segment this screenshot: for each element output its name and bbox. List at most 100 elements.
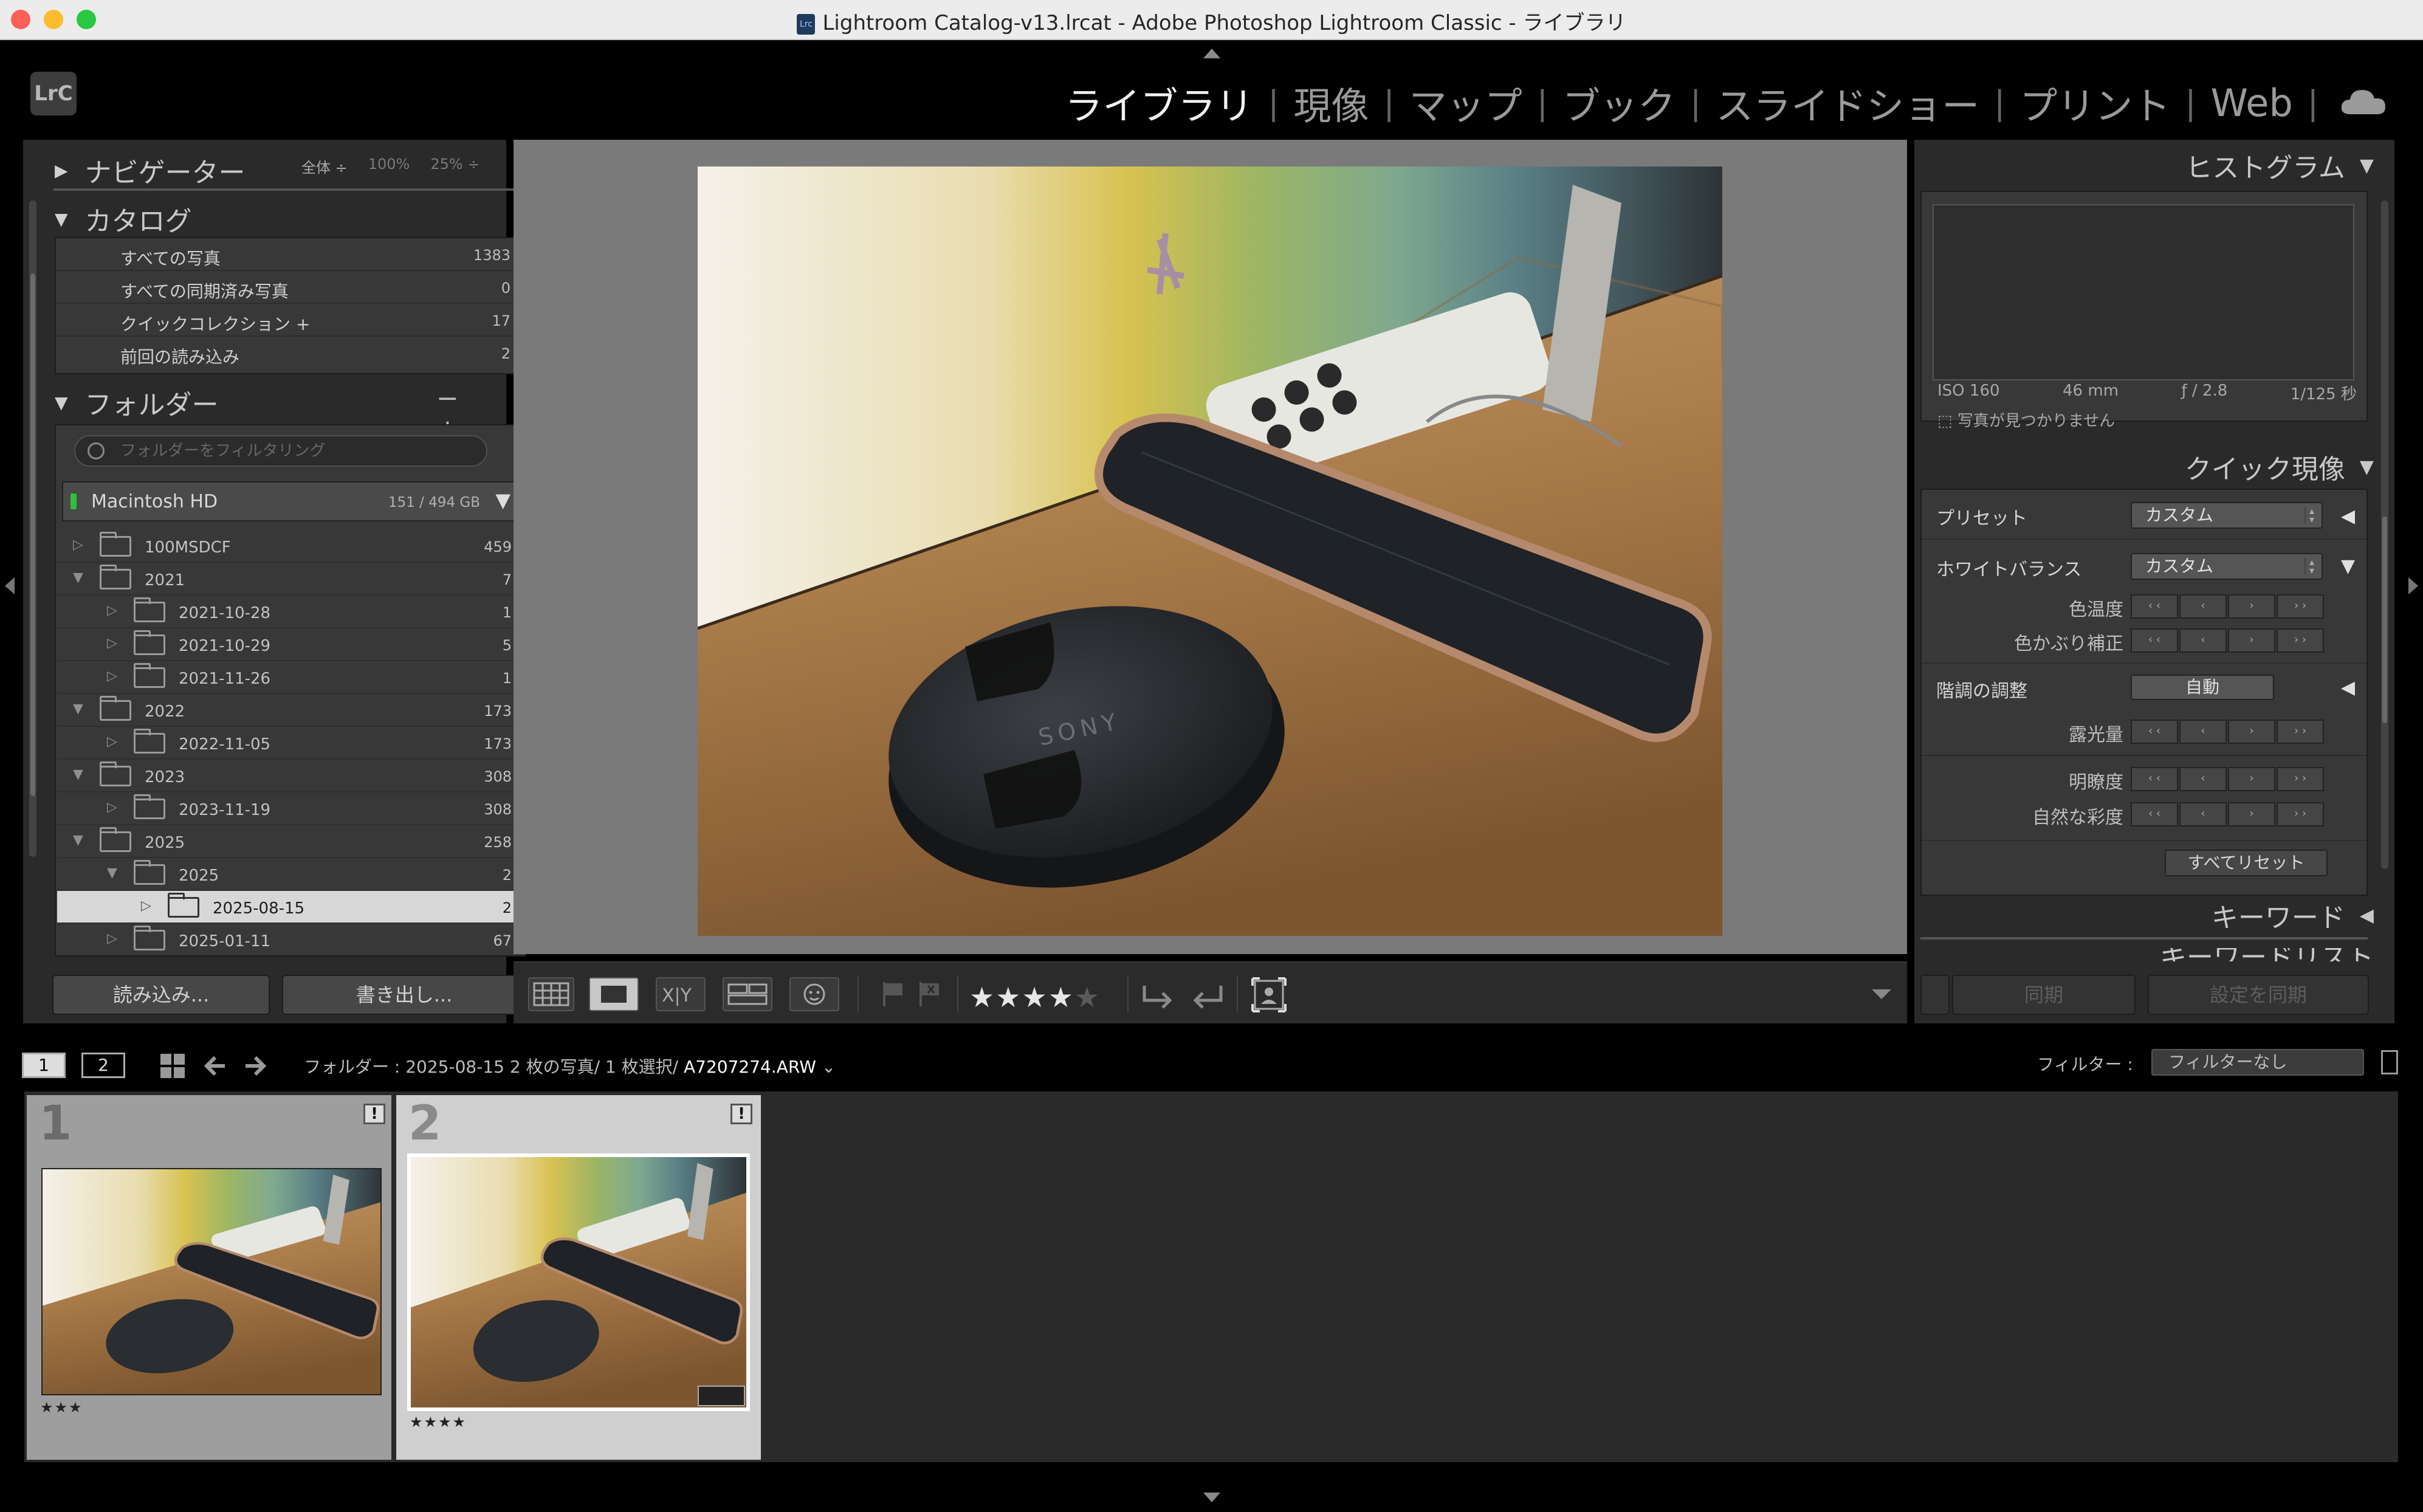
folder-row[interactable]: ▷ 2021-10-28 1 [57,596,525,628]
folder-row[interactable]: ▷ 2025-01-11 67 [57,924,525,955]
qd-tint-dec-large[interactable]: ‹ ‹ [2131,628,2178,653]
folders-header[interactable]: ▼ フォルダー [55,377,219,428]
loupe-view[interactable]: SONY [514,140,1907,954]
module-book[interactable]: ブック [1562,75,1675,130]
triangle-left-icon[interactable]: ◀ [2341,677,2355,698]
catalog-item-synced-photos[interactable]: すべての同期済み写真 0 [56,271,525,304]
triangle-right-icon[interactable]: ▷ [141,898,151,913]
qd-preset-select[interactable]: カスタム ▴ ▾ [2131,502,2323,529]
qd-temp-dec-large[interactable]: ‹ ‹ [2131,594,2178,619]
module-library[interactable]: ライブラリ [1065,75,1253,130]
folder-row[interactable]: ▷ 2025-08-15 2 [57,891,525,924]
export-button[interactable]: 書き出し... [282,975,526,1015]
quick-develop-header[interactable]: クイック現像 ▼ [2185,447,2374,486]
qd-temp-inc[interactable]: › [2228,594,2275,619]
folder-row[interactable]: ▼ 2025 258 [57,825,525,858]
module-print[interactable]: プリント [2019,75,2170,130]
people-view-button[interactable] [789,977,839,1011]
sync-button[interactable]: 同期 [1952,975,2136,1015]
qd-temp-inc-large[interactable]: › › [2277,594,2324,619]
qd-clarity-inc[interactable]: › [2228,767,2275,791]
filter-lock-icon[interactable] [2381,1050,2398,1074]
grid-view-button[interactable] [528,977,574,1011]
triangle-down-icon[interactable]: ▼ [73,833,83,848]
triangle-right-icon[interactable]: ▷ [107,734,117,749]
folder-row[interactable]: ▼ 2023 308 [57,760,525,792]
qd-reset-all-button[interactable]: すべてリセット [2165,850,2328,876]
secondary-window-button[interactable]: 2 [81,1053,125,1078]
import-button[interactable]: 読み込み... [52,975,270,1015]
histogram-header[interactable]: ヒストグラム ▼ [2185,146,2374,185]
qd-clarity-inc-large[interactable]: › › [2277,767,2324,791]
triangle-right-icon[interactable]: ▷ [107,636,117,651]
toolbar-menu-chevron-icon[interactable] [1872,989,1891,999]
module-web[interactable]: Web [2211,81,2293,125]
qd-exposure-inc-large[interactable]: › › [2277,720,2324,744]
loupe-view-button[interactable] [589,977,639,1011]
right-panel-toggle-icon[interactable] [2408,577,2418,594]
folder-row[interactable]: ▼ 2025 2 [57,858,525,891]
cloud-icon[interactable] [2339,88,2388,118]
folder-row[interactable]: ▼ 2021 7 [57,563,525,596]
top-panel-toggle-icon[interactable] [1203,49,1220,58]
qd-vibrance-inc-large[interactable]: › › [2277,802,2324,826]
qd-tint-inc[interactable]: › [2228,628,2275,653]
flag-reject-icon[interactable] [915,980,944,1009]
sync-settings-button[interactable]: 設定を同期 [2148,975,2369,1015]
filter-select[interactable]: フィルターなし [2151,1049,2364,1076]
catalog-item-quick-collection[interactable]: クイックコレクション + 17 [56,304,525,337]
qd-exposure-dec-large[interactable]: ‹ ‹ [2131,720,2178,744]
module-map[interactable]: マップ [1409,75,1522,130]
triangle-down-icon[interactable]: ▼ [73,701,83,716]
zoom-100-option[interactable]: 100% [368,156,410,177]
catalog-item-all-photos[interactable]: すべての写真 1383 [56,238,525,271]
star-rating[interactable]: ★★★★★ [969,981,1101,1014]
qd-tint-inc-large[interactable]: › › [2277,628,2324,653]
folder-row[interactable]: ▼ 2022 173 [57,694,525,727]
qd-clarity-dec-large[interactable]: ‹ ‹ [2131,767,2178,791]
module-develop[interactable]: 現像 [1294,75,1369,130]
crop-overlay-icon[interactable] [1249,976,1289,1014]
volume-macintosh-hd[interactable]: Macintosh HD 151 / 494 GB ▼ [62,481,521,521]
qd-tint-dec[interactable]: ‹ [2179,628,2227,653]
qd-exposure-inc[interactable]: › [2228,720,2275,744]
qd-vibrance-dec-large[interactable]: ‹ ‹ [2131,802,2178,826]
folder-row[interactable]: ▷ 2021-10-29 5 [57,628,525,661]
left-panel-toggle-icon[interactable] [5,577,15,594]
compare-view-button[interactable]: X|Y [656,977,706,1011]
qd-exposure-dec[interactable]: ‹ [2179,720,2227,744]
filmstrip-source-info[interactable]: フォルダー : 2025-08-15 2 枚の写真/ 1 枚選択/ A72072… [304,1054,836,1078]
sync-toggle-switch[interactable] [1920,975,1950,1015]
filmstrip-cell-2-selected[interactable]: 2 ! ★★★★ [396,1095,761,1460]
filmstrip-cell-1[interactable]: 1 ! ★★★ [27,1095,391,1460]
triangle-right-icon[interactable]: ▷ [107,800,117,815]
left-panel-scrollbar[interactable] [29,201,36,857]
qd-temp-dec[interactable]: ‹ [2179,594,2227,619]
qd-vibrance-dec[interactable]: ‹ [2179,802,2227,826]
triangle-down-icon[interactable]: ▼ [73,767,83,782]
qd-auto-tone-button[interactable]: 自動 [2131,675,2274,700]
keyword-list-header[interactable]: キーワードリスト [2160,948,2374,961]
folder-row[interactable]: ▷ 2021-11-26 1 [57,661,525,694]
catalog-item-previous-import[interactable]: 前回の読み込み 2 [56,337,525,369]
qd-clarity-dec[interactable]: ‹ [2179,767,2227,791]
module-slideshow[interactable]: スライドショー [1716,75,1979,130]
bottom-panel-toggle-icon[interactable] [1203,1493,1220,1502]
zoom-fit-option[interactable]: 全体 ÷ [301,156,348,177]
keywording-header[interactable]: キーワード ◀ [2212,896,2374,935]
rotate-right-icon[interactable] [1188,978,1227,1012]
survey-view-button[interactable] [723,977,772,1011]
arrow-right-icon[interactable] [243,1054,267,1078]
triangle-right-icon[interactable]: ▷ [107,603,117,618]
main-window-button[interactable]: 1 [22,1053,66,1078]
triangle-down-icon[interactable]: ▼ [107,865,117,881]
arrow-left-icon[interactable] [203,1054,227,1078]
folder-row[interactable]: ▷ 100MSDCF 459 [57,530,525,563]
right-panel-scrollbar[interactable] [2381,201,2388,869]
triangle-down-icon[interactable]: ▼ [73,570,83,585]
rotate-left-icon[interactable] [1138,978,1177,1012]
zoom-25-option[interactable]: 25% ÷ [430,156,479,177]
triangle-down-icon[interactable]: ▼ [495,489,510,512]
triangle-right-icon[interactable]: ▷ [73,537,83,552]
folder-filter-input[interactable]: フォルダーをフィルタリング [74,435,487,467]
